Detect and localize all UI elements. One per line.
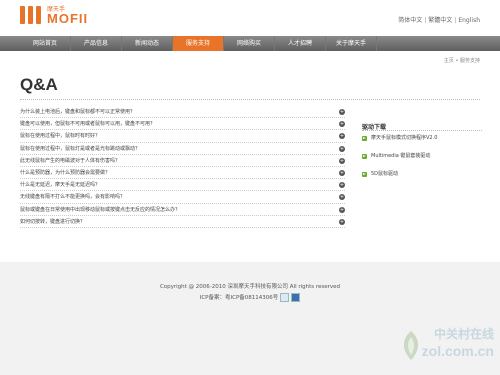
breadcrumb[interactable]: 主页 • 服务支持 xyxy=(444,57,480,64)
nav-item-jobs[interactable]: 人才招聘 xyxy=(275,36,326,51)
icp-info: ICP备案：粤ICP备08114306号 xyxy=(0,293,500,302)
driver-link[interactable]: 摩天手鼠标模式切换程序V2.0 xyxy=(362,134,482,152)
expand-icon[interactable]: + xyxy=(339,121,345,128)
lang-separator: | xyxy=(424,17,427,24)
arrow-right-icon xyxy=(362,172,367,177)
language-switcher: 简体中文 | 繁體中文 | English xyxy=(398,15,480,24)
watermark-en: zol.com.cn xyxy=(421,343,494,359)
faq-item[interactable]: 此无线鼠标产生的电磁波对于人体有伤害吗？ + xyxy=(20,155,345,167)
icp-text[interactable]: ICP备案：粤ICP备08114306号 xyxy=(200,295,279,301)
expand-icon[interactable]: + xyxy=(339,133,345,140)
faq-question[interactable]: 为什么装上电池后，键盘和鼠标都不可以正常使用？ xyxy=(20,108,138,115)
nav-item-about[interactable]: 关于摩天手 xyxy=(326,36,377,51)
expand-icon[interactable]: + xyxy=(339,194,345,201)
faq-item[interactable]: 无线键盘有隔不打么不能更换吗，会有影响吗？ + xyxy=(20,191,345,204)
lang-simplified-link[interactable]: 简体中文 xyxy=(398,17,422,24)
driver-link-label[interactable]: 摩天手鼠标模式切换程序V2.0 xyxy=(371,135,437,141)
brand-logo-icon[interactable] xyxy=(20,6,42,24)
faq-item[interactable]: 什么是无延迟，摩天手是无延迟吗？ + xyxy=(20,179,345,192)
faq-question[interactable]: 键盘可以使用，但鼠标不可用或者鼠标可以用，键盘不可用？ xyxy=(20,120,158,128)
expand-icon[interactable]: + xyxy=(339,169,345,176)
watermark-logo-icon xyxy=(403,331,419,360)
expand-icon[interactable]: + xyxy=(339,218,345,225)
lang-english-link[interactable]: English xyxy=(458,17,480,24)
sidebar-divider xyxy=(362,130,482,131)
expand-icon[interactable]: + xyxy=(339,182,345,189)
nav-item-home[interactable]: 网站首页 xyxy=(20,36,71,51)
driver-link-label[interactable]: 5D鼠标驱动 xyxy=(371,171,398,177)
nav-item-news[interactable]: 新闻动态 xyxy=(122,36,173,51)
site-header: 摩天手 MOFII 简体中文 | 繁體中文 | English xyxy=(0,0,500,34)
title-divider xyxy=(20,99,480,100)
faq-item[interactable]: 鼠标在使用过程中，鼠标时有时好？ + xyxy=(20,130,345,143)
faq-item[interactable]: 如何切按转，键盘进行切换？ + xyxy=(20,216,345,228)
site-footer: Copyright @ 2006-2010 深圳摩天手科技有限公司 All ri… xyxy=(0,262,500,375)
driver-download-list: 摩天手鼠标模式切换程序V2.0 Multimedia 键鼠套装驱动 5D鼠标驱动 xyxy=(362,134,482,188)
faq-question[interactable]: 什么是预防器，为什么预防器会需要做？ xyxy=(20,168,113,176)
faq-item[interactable]: 鼠标或键盘在日常使用中出现移动鼠标或按键点击无反应的情况怎么办？ + xyxy=(20,204,345,216)
faq-question[interactable]: 无线键盘有隔不打么不能更换吗，会有影响吗？ xyxy=(20,193,128,201)
arrow-right-icon xyxy=(362,154,367,159)
page-title: Q&A xyxy=(20,75,58,94)
copyright-text: Copyright @ 2006-2010 深圳摩天手科技有限公司 All ri… xyxy=(159,284,341,290)
arrow-right-icon xyxy=(362,136,367,141)
faq-item[interactable]: 鼠标在使用过程中，鼠标灯是或者是光标跳动或飘动？ + xyxy=(20,143,345,155)
faq-question[interactable]: 什么是无延迟，摩天手是无延迟吗？ xyxy=(20,181,103,189)
driver-link-label[interactable]: Multimedia 键鼠套装驱动 xyxy=(371,153,430,159)
lang-traditional-link[interactable]: 繁體中文 xyxy=(428,17,452,24)
faq-item[interactable]: 键盘可以使用，但鼠标不可用或者鼠标可以用，键盘不可用？ + xyxy=(20,118,345,131)
driver-link[interactable]: 5D鼠标驱动 xyxy=(362,170,482,188)
nav-item-products[interactable]: 产品信息 xyxy=(71,36,122,51)
brand-name[interactable]: MOFII xyxy=(47,11,88,26)
police-badge-icon[interactable] xyxy=(280,293,290,302)
faq-question[interactable]: 鼠标在使用过程中，鼠标灯是或者是光标跳动或飘动？ xyxy=(20,144,143,152)
watermark: 中关村在线 zol.com.cn xyxy=(398,325,494,367)
faq-question[interactable]: 此无线鼠标产生的电磁波对于人体有伤害吗？ xyxy=(20,156,123,164)
watermark-cn: 中关村在线 xyxy=(433,327,494,341)
faq-item[interactable]: 为什么装上电池后，键盘和鼠标都不可以正常使用？ + xyxy=(20,106,345,119)
nav-item-support[interactable]: 服务支持 xyxy=(173,36,224,51)
faq-question[interactable]: 如何切按转，键盘进行切换？ xyxy=(20,217,88,225)
expand-icon[interactable]: + xyxy=(339,157,345,164)
expand-icon[interactable]: + xyxy=(339,206,345,213)
expand-icon[interactable]: + xyxy=(339,145,345,152)
faq-question[interactable]: 鼠标在使用过程中，鼠标时有时好？ xyxy=(20,132,103,140)
main-nav: 网站首页 产品信息 新闻动态 服务支持 网络购买 人才招聘 关于摩天手 xyxy=(0,36,500,51)
expand-icon[interactable]: + xyxy=(339,109,345,115)
driver-link[interactable]: Multimedia 键鼠套装驱动 xyxy=(362,152,482,170)
nav-item-shop[interactable]: 网络购买 xyxy=(224,36,275,51)
faq-item[interactable]: 什么是预防器，为什么预防器会需要做？ + xyxy=(20,167,345,180)
faq-question[interactable]: 鼠标或键盘在日常使用中出现移动鼠标或按键点击无反应的情况怎么办？ xyxy=(20,205,183,213)
lang-separator: | xyxy=(454,17,457,24)
faq-list: 为什么装上电池后，键盘和鼠标都不可以正常使用？ + 键盘可以使用，但鼠标不可用或者… xyxy=(20,106,345,228)
certification-badge-icon[interactable] xyxy=(291,293,301,302)
